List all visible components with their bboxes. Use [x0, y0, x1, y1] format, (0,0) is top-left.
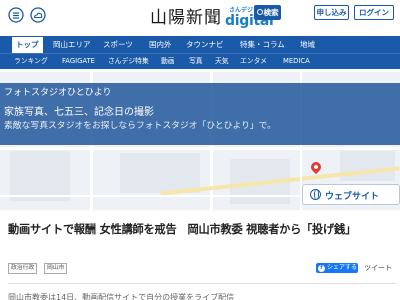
article-tag-politics[interactable]: 政治行政 — [8, 263, 38, 274]
nav-item-sports[interactable]: スポーツ — [103, 36, 133, 53]
sub-nav: ランキング FAGIGATE さんデジ特集 動画 写真 天気 エンタメ MEDI… — [0, 53, 400, 69]
banner-title: フォトスタジオひとひより — [4, 88, 112, 98]
ad-banner[interactable]: フォトスタジオひとひより 家族写真、七五三、記念日の撮影 素敵な写真スタジオをお… — [0, 69, 400, 210]
map-block — [10, 151, 70, 201]
nav-item-domestic-intl[interactable]: 国内外 — [149, 36, 172, 53]
facebook-share-button[interactable]: f シェアする — [316, 263, 358, 273]
logo-main-text: 山陽新聞 — [150, 8, 222, 28]
nav-item-top[interactable]: トップ — [12, 37, 43, 53]
menu-list-icon[interactable] — [8, 7, 24, 23]
subnav-item-fagigate[interactable]: FAGIGATE — [62, 54, 95, 69]
subnav-item-photo[interactable]: 写真 — [189, 54, 203, 69]
map-road — [0, 147, 400, 150]
main-nav: トップ 岡山エリア スポーツ 国内外 タウンナビ 特集・コラム 地域 — [0, 36, 400, 53]
subnav-item-medica[interactable]: MEDICA — [283, 54, 310, 69]
nav-item-town-navi[interactable]: タウンナビ — [186, 36, 224, 53]
map-block — [120, 153, 200, 193]
nav-item-features[interactable]: 特集・コラム — [240, 36, 285, 53]
subnav-item-entame[interactable]: エンタメ — [240, 54, 267, 69]
banner-headline: 家族写真、七五三、記念日の撮影 — [4, 107, 154, 118]
article-title: 動画サイトで報酬 女性講師を戒告 岡山市教委 視聴者から「投げ銭」 — [8, 223, 357, 236]
website-button-label: ウェブサイト — [325, 192, 380, 202]
subnav-item-ranking[interactable]: ランキング — [14, 54, 48, 69]
website-button[interactable]: ウェブサイト — [302, 184, 400, 205]
article: 動画サイトで報酬 女性講師を戒告 岡山市教委 視聴者から「投げ銭」 政治行政 岡… — [0, 220, 400, 300]
subnav-item-video[interactable]: 動画 — [161, 54, 175, 69]
map-pin-icon — [308, 159, 324, 175]
search-button[interactable]: 検索 — [254, 5, 281, 20]
subscribe-button[interactable]: 申し込み — [314, 5, 349, 20]
search-button-label: 検索 — [263, 8, 279, 17]
search-icon — [256, 9, 263, 15]
site-header: 山陽新聞 さんデジ digital 検索 申し込み ログイン — [0, 0, 400, 36]
banner-text-overlay: フォトスタジオひとひより 家族写真、七五三、記念日の撮影 素敵な写真スタジオをお… — [0, 83, 400, 145]
map-road — [0, 69, 400, 72]
banner-description: 素敵な写真スタジオをお探しならフォトスタジオ「ひとひより」で。 — [4, 121, 276, 131]
article-body-snippet: 岡山市教委は14日、動画配信サイトで自分の授業をライブ配信 — [8, 293, 235, 300]
divider — [8, 283, 396, 284]
weather-cloud-icon[interactable] — [30, 7, 46, 23]
subnav-item-sandeji-special[interactable]: さんデジ特集 — [108, 54, 149, 69]
tweet-button[interactable]: ツイート — [364, 263, 392, 273]
map-block — [340, 151, 395, 181]
nav-item-region[interactable]: 地域 — [300, 36, 315, 53]
facebook-icon: f — [318, 265, 325, 272]
share-button-label: シェアする — [327, 264, 358, 271]
subnav-item-weather[interactable]: 天気 — [215, 54, 229, 69]
login-button[interactable]: ログイン — [354, 5, 394, 20]
nav-item-okayama-area[interactable]: 岡山エリア — [53, 36, 91, 53]
article-tag-okayama-city[interactable]: 岡山市 — [44, 263, 68, 274]
globe-icon — [310, 189, 321, 200]
